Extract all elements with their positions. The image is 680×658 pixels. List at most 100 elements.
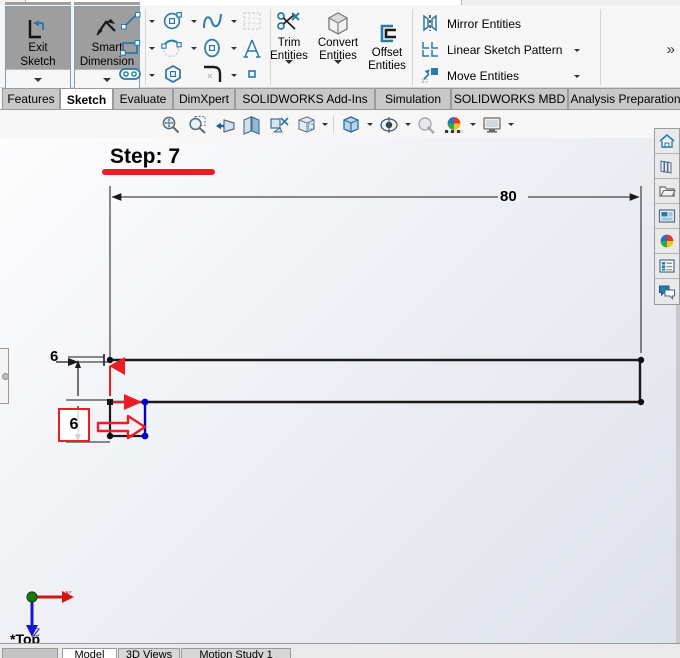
tab-sketch-label: Sketch xyxy=(66,92,107,107)
rectangle-tool-dropdown[interactable] xyxy=(147,43,157,53)
hide-show-items-dropdown[interactable] xyxy=(403,119,413,129)
collapse-handle-dot xyxy=(2,373,9,380)
view-settings-dropdown[interactable] xyxy=(506,119,516,129)
line-tool-dropdown[interactable] xyxy=(147,16,157,26)
linear-sketch-pattern-dropdown[interactable] xyxy=(572,45,582,55)
chevron-down-icon xyxy=(470,122,476,126)
ribbon-divider-1 xyxy=(145,9,146,85)
zoom-to-fit-icon[interactable] xyxy=(160,114,182,136)
command-manager-ribbon: Exit Sketch Smart Dimension Trim Entitie… xyxy=(0,5,680,90)
view-orientation-icon[interactable] xyxy=(268,114,290,136)
smart-dimension-icon xyxy=(93,7,121,41)
hide-show-items-icon[interactable] xyxy=(378,114,400,136)
convert-entities-button[interactable]: Convert Entities xyxy=(312,7,364,82)
tab-sketch[interactable]: Sketch xyxy=(60,88,113,110)
graphics-area[interactable]: Step: 7 80 6 6 X Z *Top xyxy=(0,138,680,643)
circle-tool[interactable] xyxy=(160,9,186,33)
design-library-icon[interactable] xyxy=(655,154,679,179)
point-tool[interactable] xyxy=(240,63,264,85)
ribbon-overflow-button[interactable]: » xyxy=(667,41,675,58)
tab-solidworks-add-ins[interactable]: SOLIDWORKS Add-Ins xyxy=(235,88,375,109)
chevron-down-icon xyxy=(367,122,373,126)
convert-entities-icon xyxy=(326,7,350,37)
tab-simulation[interactable]: Simulation xyxy=(375,88,451,109)
polygon-tool[interactable] xyxy=(160,63,186,85)
grid-tool[interactable] xyxy=(240,9,264,33)
sketch-canvas xyxy=(56,186,645,443)
move-entities-command[interactable]: Move Entities xyxy=(420,65,519,87)
rectangle-tool[interactable] xyxy=(118,36,144,60)
apply-scene-dropdown[interactable] xyxy=(468,119,478,129)
chevron-down-icon xyxy=(508,122,514,126)
offset-entities-icon xyxy=(374,17,400,47)
chevron-down-icon xyxy=(405,122,411,126)
tab-solidworks-mbd[interactable]: SOLIDWORKS MBD xyxy=(451,88,568,109)
arc-tool-dropdown[interactable] xyxy=(189,43,199,53)
arc-tool[interactable] xyxy=(160,36,186,60)
tab-evaluate[interactable]: Evaluate xyxy=(113,88,173,109)
move-entities-label: Move Entities xyxy=(447,69,520,83)
ribbon-divider-4 xyxy=(600,9,601,85)
slot-tool-dropdown[interactable] xyxy=(147,70,157,80)
trim-entities-button[interactable]: Trim Entities xyxy=(263,7,315,82)
spline-tool-dropdown[interactable] xyxy=(229,16,239,26)
display-style-dropdown[interactable] xyxy=(365,119,375,129)
custom-properties-icon[interactable] xyxy=(655,254,679,279)
tab-features[interactable]: Features xyxy=(2,88,60,109)
ellipse-tool-dropdown[interactable] xyxy=(229,43,239,53)
view-palette-icon[interactable] xyxy=(655,204,679,229)
trim-entities-icon xyxy=(275,7,303,37)
move-entities-dropdown[interactable] xyxy=(572,71,582,81)
chevron-down-icon xyxy=(103,77,111,82)
tab-solidworks-add-ins-label: SOLIDWORKS Add-Ins xyxy=(242,92,368,106)
file-explorer-icon[interactable] xyxy=(655,179,679,204)
line-tool[interactable] xyxy=(118,9,144,33)
trim-entities-dropdown[interactable] xyxy=(285,60,293,82)
chevron-down-icon xyxy=(149,19,155,23)
display-style-icon[interactable] xyxy=(340,114,362,136)
mirror-entities-command[interactable]: Mirror Entities xyxy=(420,13,521,35)
spline-tool[interactable] xyxy=(200,9,226,33)
solidworks-forum-icon[interactable] xyxy=(655,279,679,304)
convert-entities-dropdown[interactable] xyxy=(334,60,342,82)
text-tool[interactable] xyxy=(240,36,264,60)
circle-tool-dropdown[interactable] xyxy=(189,16,199,26)
chevron-down-icon xyxy=(34,77,42,82)
view-orientation-cube-icon[interactable] xyxy=(295,114,317,136)
solidworks-resources-icon[interactable] xyxy=(655,129,679,154)
zoom-to-area-icon[interactable] xyxy=(187,114,209,136)
view-settings-icon[interactable] xyxy=(481,114,503,136)
tab-dimxpert[interactable]: DimXpert xyxy=(173,88,235,109)
convert-entities-label-1: Convert xyxy=(317,37,359,49)
appearances-scenes-icon[interactable] xyxy=(655,229,679,254)
exit-sketch-button[interactable]: Exit Sketch xyxy=(5,6,71,90)
fillet-tool[interactable] xyxy=(200,63,226,85)
fillet-tool-dropdown[interactable] xyxy=(229,70,239,80)
exit-sketch-icon xyxy=(25,7,51,41)
exit-sketch-dropdown[interactable] xyxy=(6,69,70,89)
linear-sketch-pattern-command[interactable]: Linear Sketch Pattern xyxy=(420,39,562,61)
feature-manager-collapse-stub[interactable] xyxy=(0,348,9,404)
chevron-down-icon xyxy=(191,46,197,50)
trim-entities-label-1: Trim xyxy=(277,37,301,49)
ribbon-divider-3 xyxy=(412,9,413,85)
linear-sketch-pattern-icon xyxy=(420,40,440,61)
previous-view-icon[interactable] xyxy=(214,114,236,136)
chevron-down-icon xyxy=(285,60,293,81)
section-view-icon[interactable] xyxy=(241,114,263,136)
edit-appearance-icon[interactable] xyxy=(416,114,438,136)
view-orientation-dropdown[interactable] xyxy=(320,119,330,129)
dimension-6-upper-value[interactable]: 6 xyxy=(50,348,58,365)
slot-tool[interactable] xyxy=(118,63,144,85)
dimension-80-value[interactable]: 80 xyxy=(500,188,517,205)
dimension-6-lower-value[interactable]: 6 xyxy=(58,408,90,442)
apply-scene-icon[interactable] xyxy=(443,114,465,136)
linear-sketch-pattern-label: Linear Sketch Pattern xyxy=(447,43,563,57)
tab-analysis-preparation[interactable]: Analysis Preparation xyxy=(568,88,680,109)
ellipse-tool[interactable] xyxy=(200,36,226,60)
chevron-down-icon xyxy=(149,46,155,50)
offset-entities-button[interactable]: Offset Entities xyxy=(361,17,413,72)
tab-dimxpert-label: DimXpert xyxy=(178,92,229,106)
offset-entities-label-2: Entities xyxy=(368,59,406,72)
chevron-down-icon xyxy=(574,74,580,78)
